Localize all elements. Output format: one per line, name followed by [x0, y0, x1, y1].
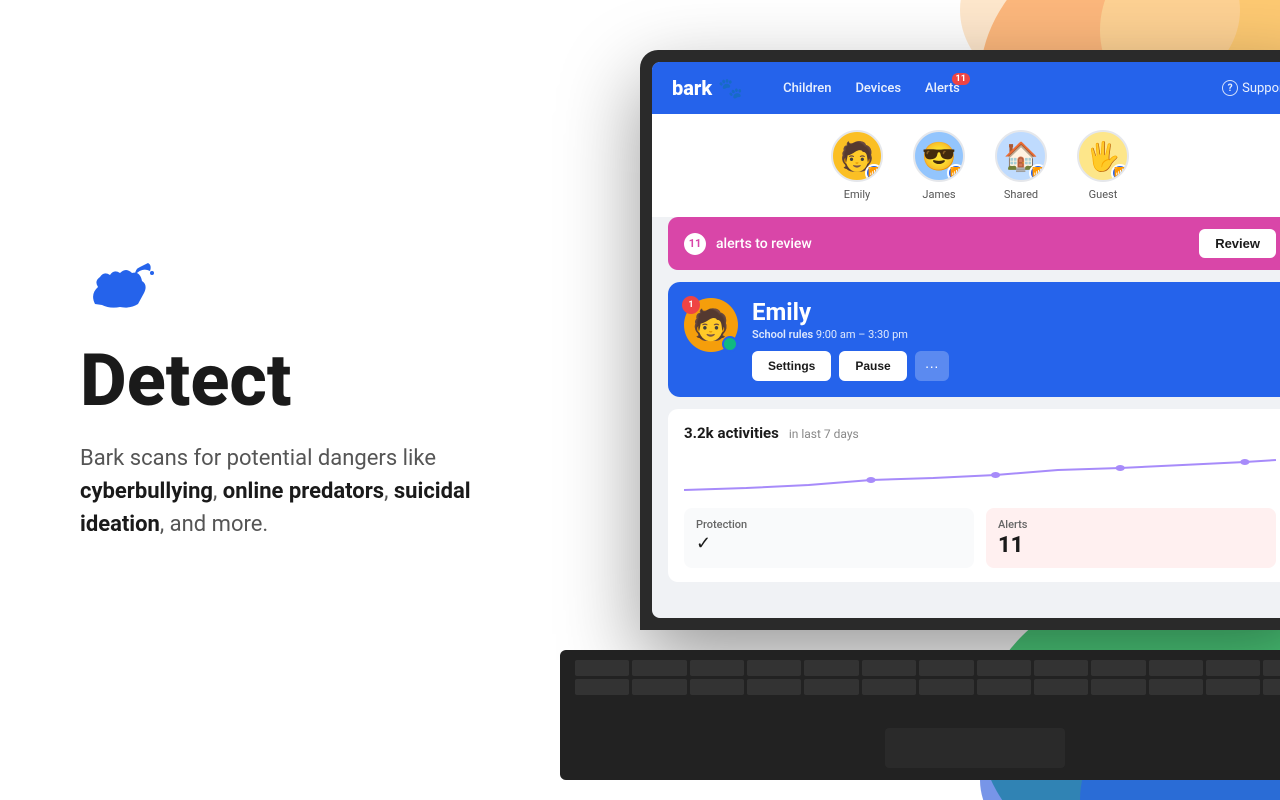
key — [690, 679, 744, 695]
child-name: Emily — [752, 298, 1276, 326]
profile-shared-name: Shared — [1004, 188, 1038, 201]
key — [575, 660, 629, 676]
alerts-badge: 11 — [952, 73, 970, 85]
key — [1149, 679, 1203, 695]
alerts-stat: Alerts 11 — [986, 508, 1276, 568]
avatar-guest: 🖐 📶 — [1077, 130, 1129, 182]
laptop-screen: bark 🐾 Children Devices Alerts 11 — [652, 62, 1280, 618]
nav-support[interactable]: ? Support — [1222, 80, 1280, 96]
key — [1091, 660, 1145, 676]
key — [1263, 660, 1280, 676]
key — [1206, 679, 1260, 695]
nav-links: Children Devices Alerts 11 — [783, 81, 1192, 96]
key — [690, 660, 744, 676]
alert-count-badge: 11 — [684, 233, 706, 255]
brand-icon: 🐾 — [718, 76, 743, 100]
profile-emily-name: Emily — [844, 188, 870, 201]
child-avatar: 🧑 1 — [684, 298, 738, 352]
alerts-count: 11 — [998, 533, 1264, 558]
page-heading: Detect — [80, 343, 500, 419]
child-card-header: 🧑 1 Emily School rules 9:00 am – 3:30 pm… — [684, 298, 1276, 381]
key — [1263, 679, 1280, 695]
stats-section: 3.2k activities in last 7 days Prot — [668, 409, 1280, 582]
child-active-dot — [722, 336, 738, 352]
settings-button[interactable]: Settings — [752, 351, 831, 381]
stats-count: 3.2k — [684, 424, 714, 442]
alert-banner: 11 alerts to review Review — [668, 217, 1280, 270]
profile-guest-name: Guest — [1089, 188, 1118, 201]
child-alert-dot: 1 — [682, 296, 700, 314]
guest-wifi-badge: 📶 — [1111, 164, 1129, 182]
key — [1034, 660, 1088, 676]
keyboard-area — [560, 650, 1280, 780]
key — [632, 660, 686, 676]
profile-emily[interactable]: 🧑 📶 Emily — [831, 130, 883, 201]
laptop-screen-bezel: bark 🐾 Children Devices Alerts 11 — [640, 50, 1280, 630]
nav-alerts[interactable]: Alerts 11 — [925, 81, 960, 96]
alerts-label: Alerts — [998, 518, 1264, 531]
key — [804, 679, 858, 695]
key — [1149, 660, 1203, 676]
key — [575, 679, 629, 695]
avatar-shared: 🏠 📶 — [995, 130, 1047, 182]
support-question-icon: ? — [1222, 80, 1238, 96]
james-wifi-badge: 📶 — [947, 164, 965, 182]
child-card: 🧑 1 Emily School rules 9:00 am – 3:30 pm… — [668, 282, 1280, 397]
alert-text: alerts to review — [716, 236, 1189, 252]
key — [747, 660, 801, 676]
stats-count-label: activities — [718, 424, 779, 442]
trackpad — [885, 728, 1065, 768]
key — [747, 679, 801, 695]
key — [804, 660, 858, 676]
emily-wifi-badge: 📶 — [865, 164, 883, 182]
nav-brand: bark 🐾 — [672, 76, 743, 100]
app-nav: bark 🐾 Children Devices Alerts 11 — [652, 62, 1280, 114]
stats-period: in last 7 days — [789, 427, 859, 441]
review-button[interactable]: Review — [1199, 229, 1276, 258]
brand-text: bark — [672, 76, 712, 100]
schedule-time: 9:00 am – 3:30 pm — [816, 328, 908, 341]
laptop-container: bark 🐾 Children Devices Alerts 11 — [580, 50, 1280, 770]
avatar-emily: 🧑 📶 — [831, 130, 883, 182]
nav-devices[interactable]: Devices — [855, 81, 901, 96]
protection-check: ✓ — [696, 533, 962, 554]
support-label: Support — [1242, 81, 1280, 96]
key — [1206, 660, 1260, 676]
nav-children[interactable]: Children — [783, 81, 831, 96]
profile-shared[interactable]: 🏠 📶 Shared — [995, 130, 1047, 201]
shared-wifi-badge: 📶 — [1029, 164, 1047, 182]
avatar-james: 😎 📶 — [913, 130, 965, 182]
keyboard-keys — [560, 650, 1280, 705]
key — [977, 679, 1031, 695]
key — [1034, 679, 1088, 695]
profile-james[interactable]: 😎 📶 James — [913, 130, 965, 201]
key — [632, 679, 686, 695]
profiles-row: 🧑 📶 Emily 😎 📶 James 🏠 📶 — [652, 114, 1280, 217]
key — [1091, 679, 1145, 695]
bottom-stats: Protection ✓ Alerts 11 — [684, 508, 1276, 568]
protection-label: Protection — [696, 518, 962, 531]
child-info: Emily School rules 9:00 am – 3:30 pm Set… — [752, 298, 1276, 381]
key — [862, 660, 916, 676]
bark-logo-icon — [80, 259, 160, 319]
key — [919, 660, 973, 676]
page-description: Bark scans for potential dangers like cy… — [80, 442, 500, 541]
left-panel: Detect Bark scans for potential dangers … — [0, 0, 580, 800]
key — [977, 660, 1031, 676]
mini-chart — [684, 450, 1276, 500]
child-actions: Settings Pause ··· — [752, 351, 1276, 381]
protection-stat: Protection ✓ — [684, 508, 974, 568]
pause-button[interactable]: Pause — [839, 351, 906, 381]
profile-guest[interactable]: 🖐 📶 Guest — [1077, 130, 1129, 201]
more-button[interactable]: ··· — [915, 351, 949, 381]
child-schedule: School rules 9:00 am – 3:30 pm — [752, 328, 1276, 341]
key — [919, 679, 973, 695]
profile-james-name: James — [922, 188, 955, 201]
key — [862, 679, 916, 695]
schedule-label: School rules — [752, 328, 813, 341]
